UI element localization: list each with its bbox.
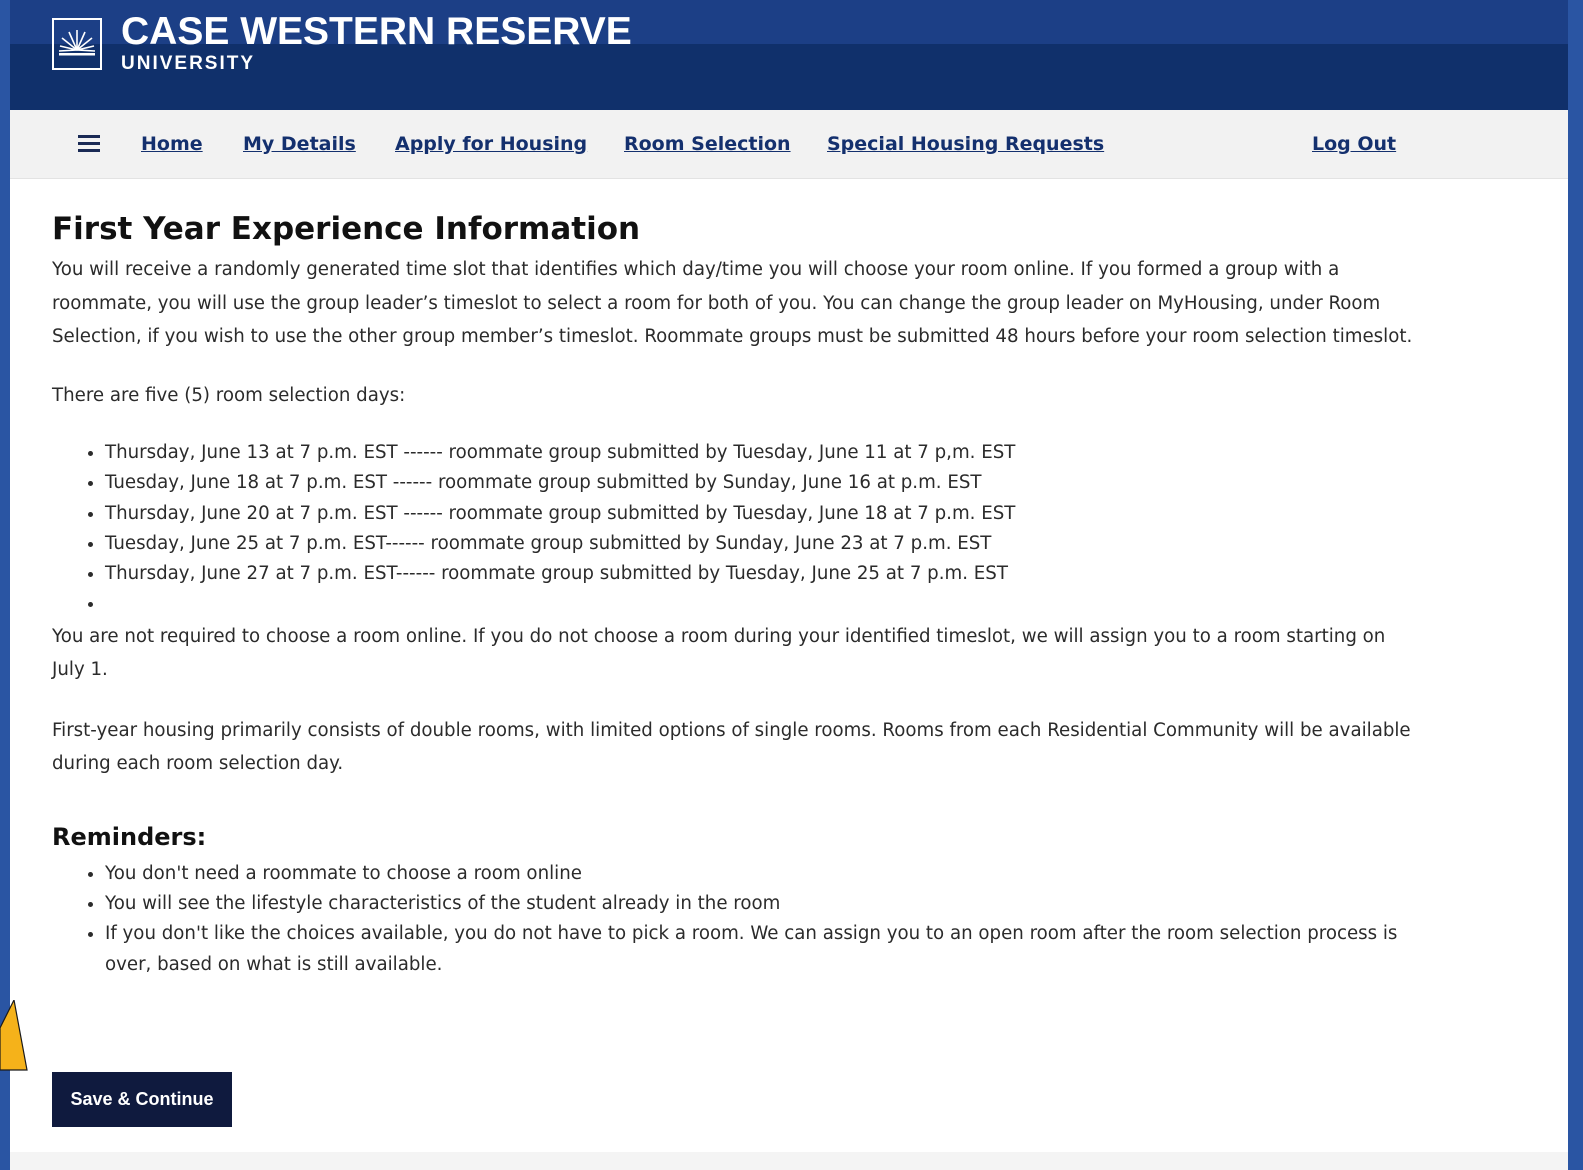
right-border bbox=[1568, 0, 1583, 1170]
list-item: Tuesday, June 18 at 7 p.m. EST ------ ro… bbox=[105, 468, 1422, 498]
list-item: You don't need a roommate to choose a ro… bbox=[105, 859, 1405, 889]
site-header: CASE WESTERN RESERVE UNIVERSITY bbox=[10, 0, 1568, 110]
list-item: Tuesday, June 25 at 7 p.m. EST------ roo… bbox=[105, 529, 1422, 559]
list-item: You will see the lifestyle characteristi… bbox=[105, 889, 1405, 919]
reminders-heading: Reminders: bbox=[52, 822, 207, 851]
university-name[interactable]: CASE WESTERN RESERVE bbox=[121, 10, 632, 54]
pointer-arrow-icon bbox=[0, 1000, 28, 1071]
university-logo-icon[interactable] bbox=[52, 18, 102, 70]
nav-my-details-link[interactable]: My Details bbox=[243, 132, 356, 156]
housing-info-paragraph: First-year housing primarily consists of… bbox=[52, 719, 1411, 775]
nav-special-housing-requests-link[interactable]: Special Housing Requests bbox=[827, 132, 1104, 156]
nav-log-out-link[interactable]: Log Out bbox=[1312, 132, 1396, 156]
list-item: Thursday, June 13 at 7 p.m. EST ------ r… bbox=[105, 438, 1422, 468]
reminders-list: You don't need a roommate to choose a ro… bbox=[52, 859, 1405, 980]
save-continue-button[interactable]: Save & Continue bbox=[52, 1072, 232, 1127]
university-subtitle[interactable]: UNIVERSITY bbox=[121, 53, 255, 75]
sunburst-icon bbox=[58, 30, 96, 56]
selection-days-heading: There are five (5) room selection days: bbox=[52, 384, 406, 406]
nav-home-link[interactable]: Home bbox=[141, 132, 203, 156]
hamburger-menu-icon[interactable] bbox=[78, 135, 100, 152]
list-item: Thursday, June 20 at 7 p.m. EST ------ r… bbox=[105, 499, 1422, 529]
footer-strip bbox=[10, 1152, 1568, 1170]
not-required-paragraph: You are not required to choose a room on… bbox=[52, 625, 1386, 681]
nav-apply-for-housing-link[interactable]: Apply for Housing bbox=[395, 132, 587, 156]
page-title: First Year Experience Information bbox=[52, 211, 641, 247]
selection-days-list: Thursday, June 13 at 7 p.m. EST ------ r… bbox=[52, 438, 1422, 620]
main-content: First Year Experience Information You wi… bbox=[52, 205, 1422, 980]
page-frame: CASE WESTERN RESERVE UNIVERSITY Home My … bbox=[10, 0, 1568, 1170]
nav-room-selection-link[interactable]: Room Selection bbox=[624, 132, 791, 156]
intro-paragraph: You will receive a randomly generated ti… bbox=[52, 259, 1413, 347]
list-item bbox=[105, 589, 1422, 619]
main-nav: Home My Details Apply for Housing Room S… bbox=[10, 110, 1568, 179]
list-item: Thursday, June 27 at 7 p.m. EST------ ro… bbox=[105, 559, 1422, 589]
list-item: If you don't like the choices available,… bbox=[105, 919, 1405, 980]
